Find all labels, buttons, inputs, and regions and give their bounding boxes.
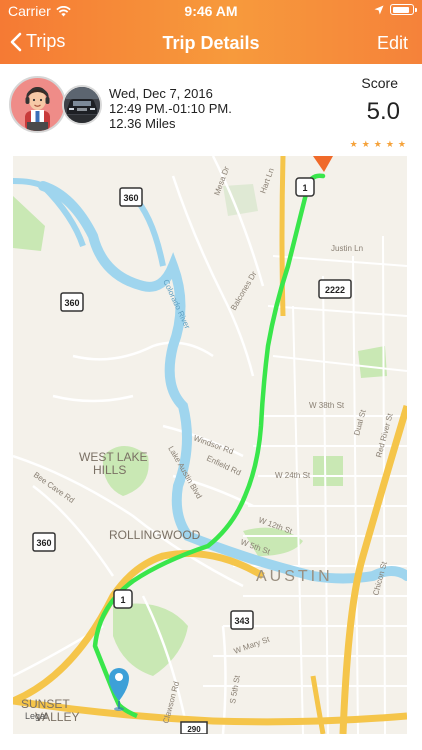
status-bar: Carrier 9:46 AM: [0, 0, 422, 22]
austin-label: AUSTIN: [256, 568, 333, 585]
status-right: [374, 4, 417, 15]
hwy290-shield: 290: [180, 721, 208, 734]
w24th-label: W 24th St: [275, 471, 311, 480]
edit-button[interactable]: Edit: [377, 33, 408, 54]
hwy360-label: 360: [36, 538, 51, 548]
battery-icon: [390, 4, 417, 15]
page-title: Trip Details: [162, 33, 260, 53]
hwy2222-shield: 2222: [318, 279, 352, 299]
west-lake-hills-label: WEST LAKE: [79, 450, 147, 464]
w38th-label: W 38th St: [309, 401, 345, 410]
trip-summary: Wed, Dec 7, 2016 12:49 PM.-01:10 PM. 12.…: [0, 64, 422, 154]
hwy1-label: 1: [120, 595, 125, 605]
hwy343-shield: 343: [230, 610, 254, 630]
rollingwood-label: ROLLINGWOOD: [109, 528, 201, 542]
hwy360-shield-a: 360: [119, 187, 143, 207]
hwy1-shield-a: 1: [295, 177, 315, 197]
score-label: Score: [361, 75, 398, 91]
hwy360-shield-b: 360: [60, 292, 84, 312]
score-value: 5.0: [366, 98, 400, 125]
hwy1-shield-b: 1: [113, 589, 133, 609]
trip-details-text: Wed, Dec 7, 2016 12:49 PM.-01:10 PM. 12.…: [109, 86, 232, 131]
hwy1-label: 1: [302, 183, 307, 193]
trip-date: Wed, Dec 7, 2016: [109, 86, 213, 101]
hwy360-label: 360: [123, 193, 138, 203]
hwy2222-label: 2222: [325, 285, 345, 295]
justin-ln-label: Justin Ln: [331, 244, 363, 253]
driver-avatar: [9, 76, 66, 133]
sunset-valley-label: SUNSET: [21, 697, 70, 711]
location-arrow-icon: [374, 5, 384, 14]
park-area: [313, 456, 343, 486]
legal-link[interactable]: Legal: [25, 711, 47, 721]
hwy360-label: 360: [64, 298, 79, 308]
trip-time-range: 12:49 PM.-01:10 PM.: [109, 101, 232, 116]
west-lake-hills-label-2: HILLS: [93, 463, 126, 477]
top-bar: Carrier 9:46 AM Trips Trip Details Edit: [0, 0, 422, 64]
hwy360-shield-c: 360: [32, 532, 56, 552]
trip-distance: 12.36 Miles: [109, 116, 176, 131]
route-map[interactable]: 360 360 360 2222 343 290 1 1 WEST LAKE H…: [13, 156, 407, 734]
status-time: 9:46 AM: [184, 3, 238, 19]
hwy343-label: 343: [234, 616, 249, 626]
vehicle-thumbnail: [62, 85, 102, 125]
navigation-bar: Trips Trip Details Edit: [0, 22, 422, 64]
hwy290-label: 290: [187, 725, 201, 734]
score-stars: ★★★★★: [349, 139, 410, 149]
